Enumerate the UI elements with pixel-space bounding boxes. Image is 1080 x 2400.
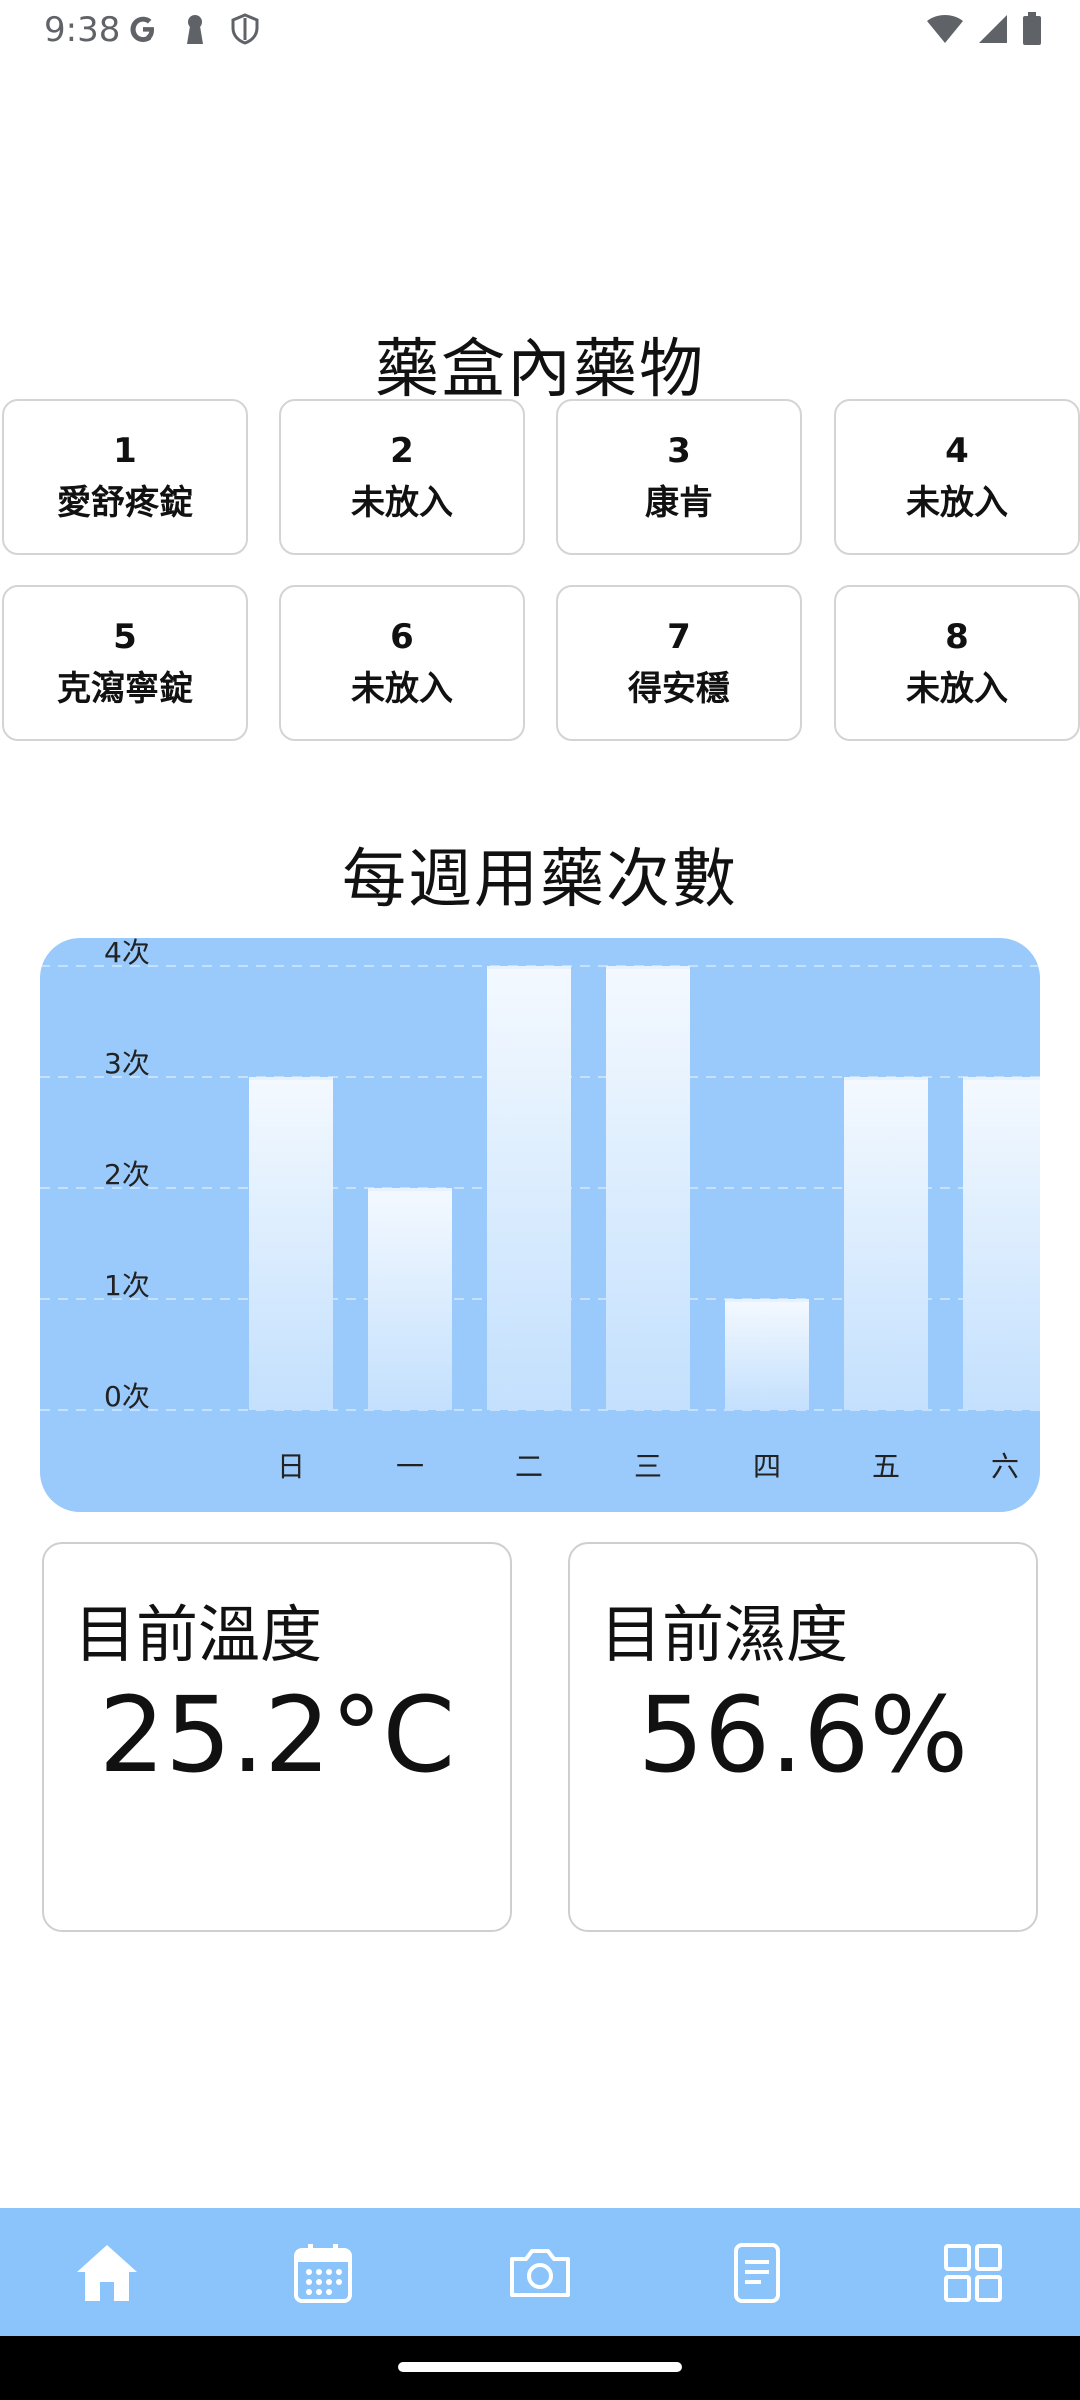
battery-icon — [1022, 12, 1042, 50]
bar-cap — [963, 1077, 1040, 1080]
bar-cap — [725, 1299, 809, 1302]
temperature-card: 目前溫度 25.2°C — [42, 1542, 512, 1932]
bar-cap — [249, 1077, 333, 1080]
bar-5 — [844, 1077, 928, 1410]
y-tick-label: 1次 — [104, 1269, 150, 1302]
bar-3 — [606, 966, 690, 1410]
weekly-chart-svg: 0次 1次 2次 3次 4次日 一 二 三 四 五 六 — [40, 938, 1040, 1483]
x-tick-label: 五 — [872, 1450, 900, 1483]
gesture-bar — [0, 2336, 1080, 2400]
weekly-chart: 0次 1次 2次 3次 4次日 一 二 三 四 五 六 — [40, 938, 1040, 1512]
pillbox-title: 藥盒內藥物 — [375, 333, 705, 407]
slot-medicine-name: 愛舒疼錠 — [57, 483, 193, 523]
pillbox-slot-5[interactable]: 5 克瀉寧錠 — [2, 585, 248, 741]
temperature-value: 25.2°C — [98, 1674, 456, 1796]
bar-2 — [487, 966, 571, 1410]
y-tick-label: 2次 — [104, 1158, 150, 1191]
status-bar: 9:38 — [0, 0, 1080, 62]
bar-6 — [963, 1077, 1040, 1410]
slot-number: 5 — [113, 617, 137, 657]
camera-icon[interactable] — [495, 2228, 585, 2318]
x-tick-label: 三 — [634, 1450, 662, 1483]
bar-cap — [844, 1077, 928, 1080]
slot-medicine-name: 未放入 — [906, 483, 1008, 523]
slot-number: 1 — [113, 431, 137, 471]
wifi-icon — [926, 13, 964, 49]
bar-cap — [487, 966, 571, 969]
slot-medicine-name: 未放入 — [351, 669, 453, 709]
pillbox-slot-7[interactable]: 7 得安穩 — [556, 585, 802, 741]
humidity-label: 目前濕度 — [600, 1598, 849, 1671]
pillbox-slot-2[interactable]: 2 未放入 — [279, 399, 525, 555]
google-icon — [126, 12, 160, 50]
temperature-label: 目前溫度 — [74, 1598, 323, 1671]
x-tick-label: 二 — [515, 1450, 543, 1483]
home-gesture-handle[interactable] — [398, 2362, 682, 2372]
x-tick-label: 一 — [396, 1450, 424, 1483]
keyhole-icon — [182, 12, 208, 50]
humidity-card: 目前濕度 56.6% — [568, 1542, 1038, 1932]
pillbox-slot-8[interactable]: 8 未放入 — [834, 585, 1080, 741]
home-icon[interactable] — [62, 2228, 152, 2318]
y-tick-label: 0次 — [104, 1380, 150, 1413]
slot-number: 4 — [945, 431, 969, 471]
slot-number: 7 — [667, 617, 691, 657]
bar-1 — [368, 1188, 452, 1410]
calendar-icon[interactable] — [278, 2228, 368, 2318]
slot-number: 2 — [390, 431, 414, 471]
bar-cap — [606, 966, 690, 969]
slot-medicine-name: 康肯 — [645, 483, 713, 523]
x-tick-label: 日 — [277, 1450, 305, 1483]
grid-icon[interactable] — [928, 2228, 1018, 2318]
slot-medicine-name: 未放入 — [906, 669, 1008, 709]
slot-number: 8 — [945, 617, 969, 657]
slot-medicine-name: 克瀉寧錠 — [57, 669, 193, 709]
document-icon[interactable] — [712, 2228, 802, 2318]
pillbox-slot-6[interactable]: 6 未放入 — [279, 585, 525, 741]
pillbox-slot-3[interactable]: 3 康肯 — [556, 399, 802, 555]
slot-number: 6 — [390, 617, 414, 657]
weekly-chart-title: 每週用藥次數 — [342, 843, 738, 917]
y-tick-label: 4次 — [104, 938, 150, 969]
pillbox-slot-1[interactable]: 1 愛舒疼錠 — [2, 399, 248, 555]
status-time: 9:38 — [44, 10, 121, 50]
x-tick-label: 六 — [991, 1450, 1019, 1483]
y-tick-label: 3次 — [104, 1047, 150, 1080]
x-tick-label: 四 — [753, 1450, 781, 1483]
slot-medicine-name: 得安穩 — [628, 669, 730, 709]
pillbox-slot-4[interactable]: 4 未放入 — [834, 399, 1080, 555]
slot-number: 3 — [667, 431, 691, 471]
bottom-nav — [0, 2208, 1080, 2336]
signal-icon — [978, 13, 1008, 49]
bar-cap — [368, 1188, 452, 1191]
shield-icon — [230, 12, 260, 50]
slot-medicine-name: 未放入 — [351, 483, 453, 523]
bar-4 — [725, 1299, 809, 1410]
humidity-value: 56.6% — [637, 1674, 969, 1796]
bar-0 — [249, 1077, 333, 1410]
